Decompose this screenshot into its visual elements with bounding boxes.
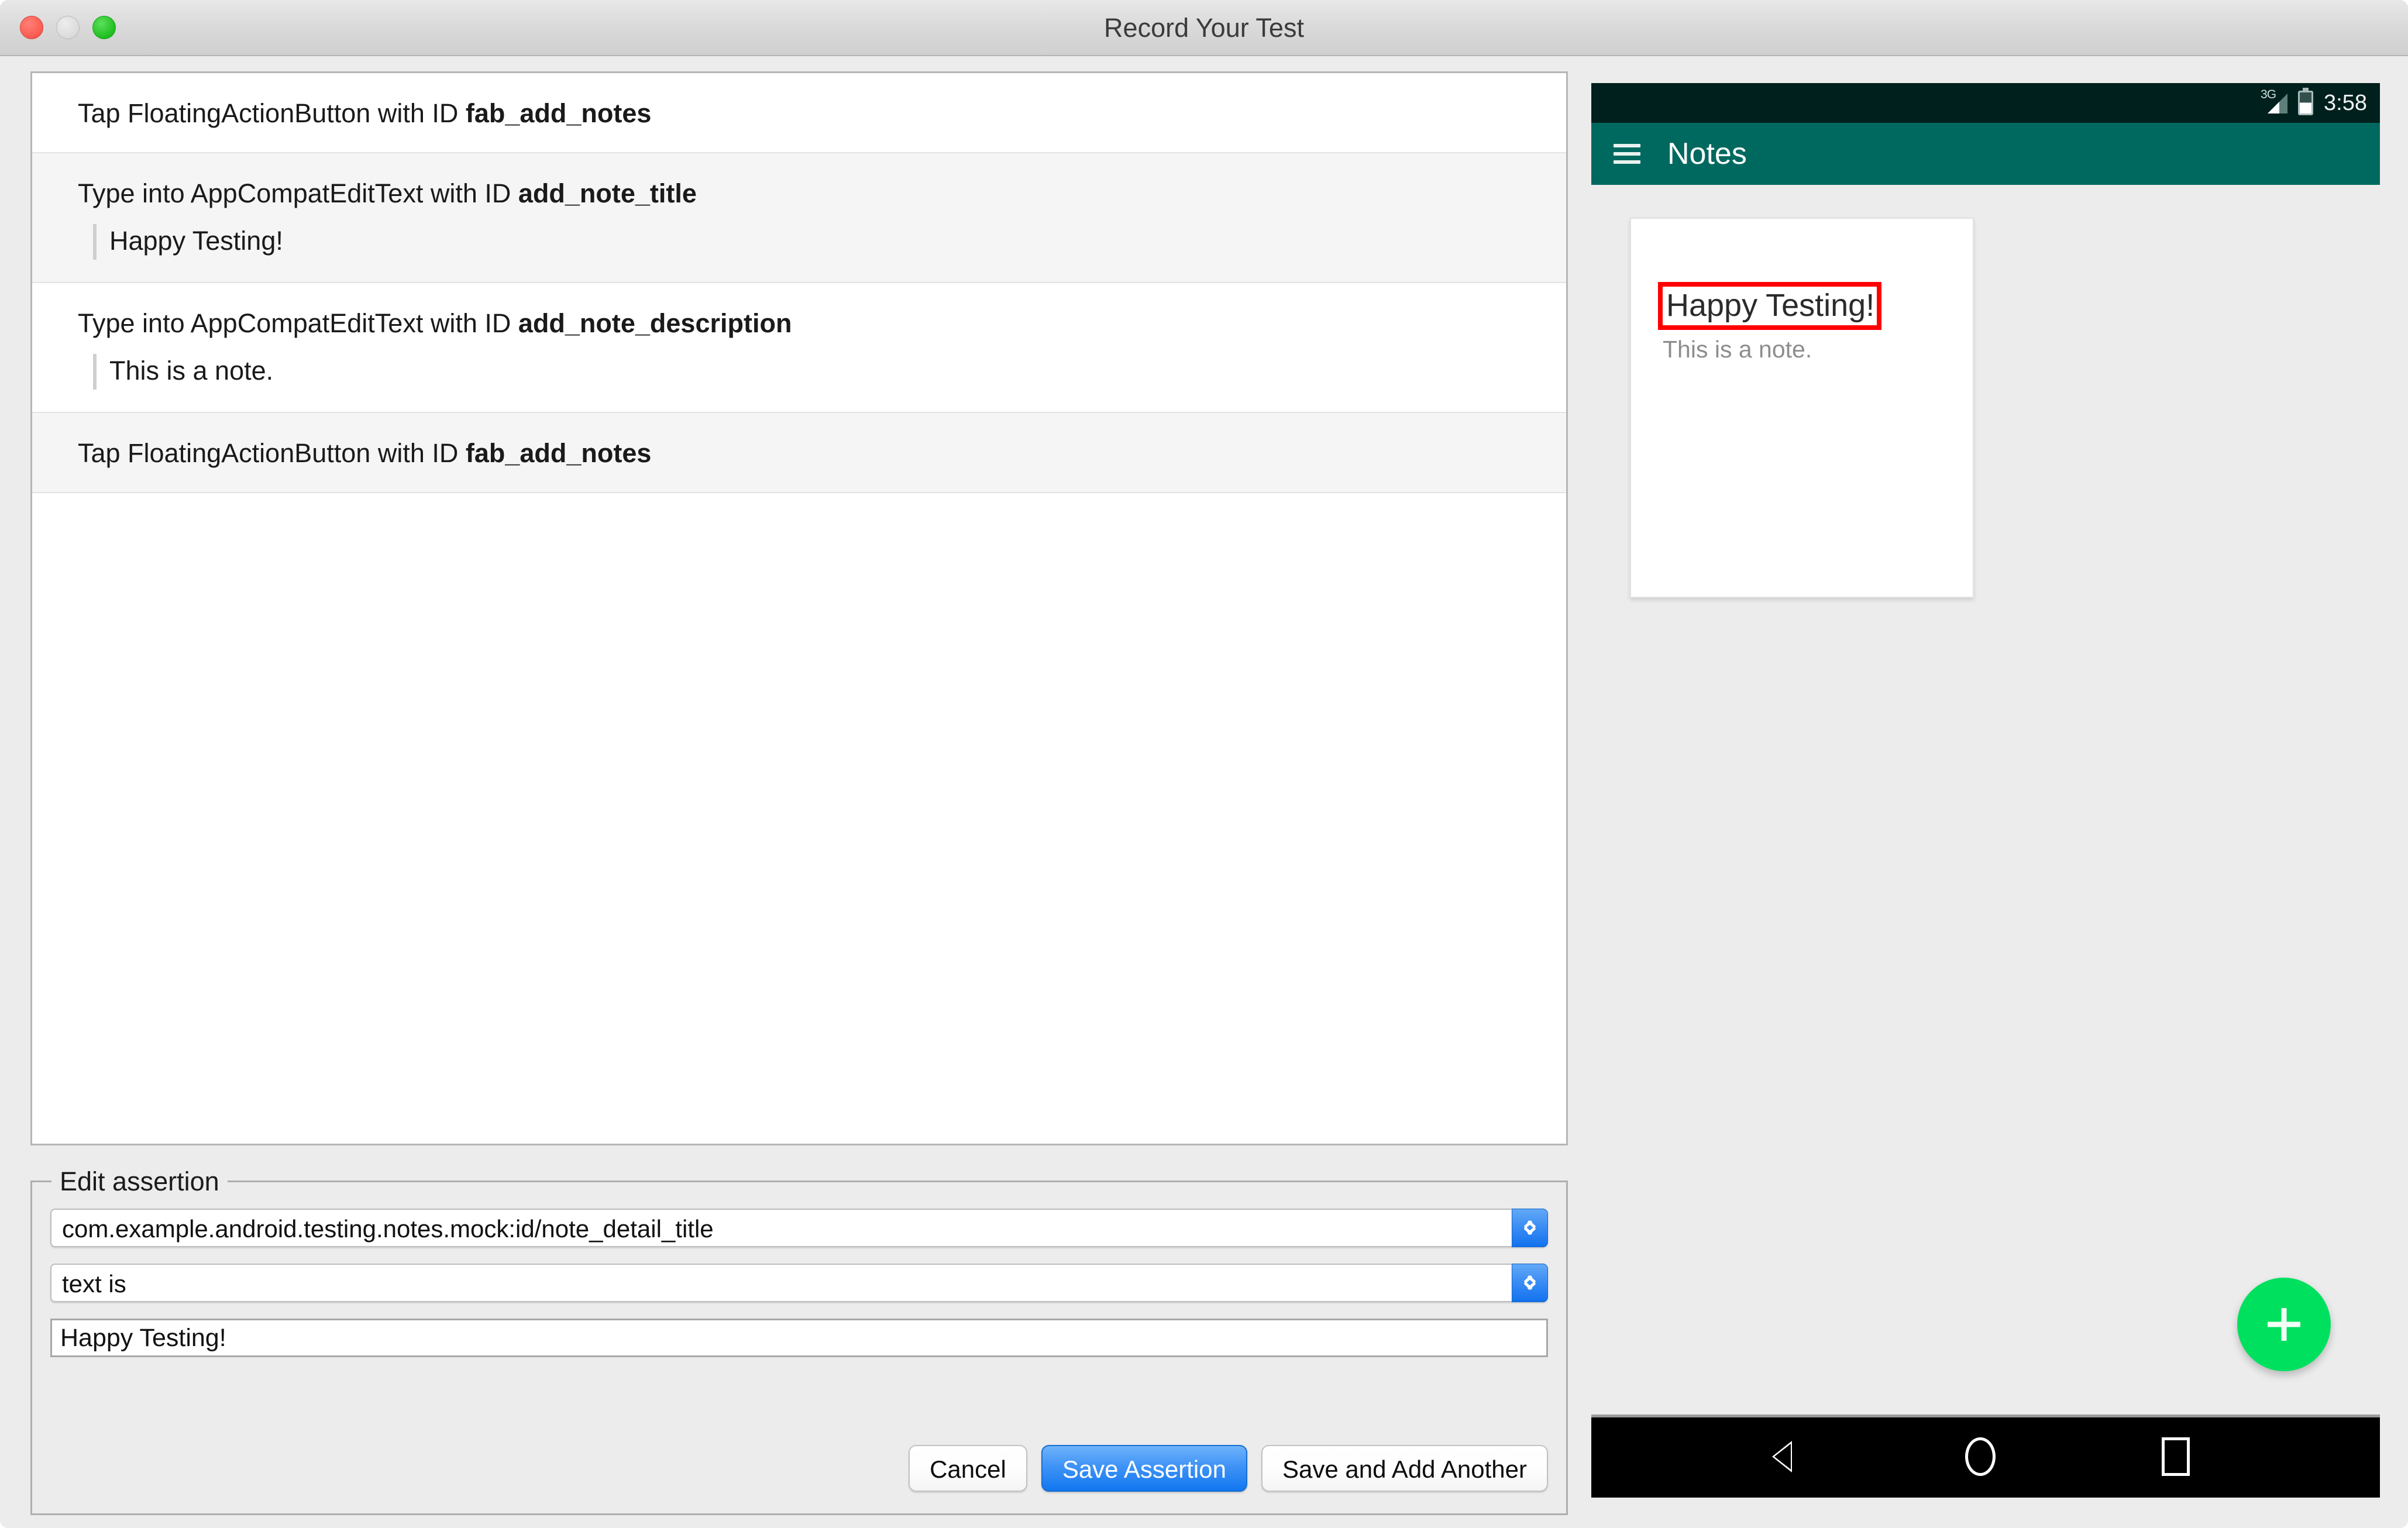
android-nav-bar	[1591, 1415, 2380, 1498]
note-title-highlight: Happy Testing!	[1658, 282, 1882, 330]
action-typed-text: This is a note.	[109, 356, 274, 386]
action-row[interactable]: Tap FloatingActionButton with ID fab_add…	[32, 73, 1566, 153]
action-typed-text-wrapper: Happy Testing!	[78, 224, 1566, 282]
chevron-up-icon	[1522, 1273, 1537, 1281]
hamburger-menu-icon[interactable]	[1614, 144, 1640, 164]
plus-icon	[2268, 1308, 2300, 1341]
back-triangle-icon	[1769, 1437, 1793, 1476]
action-prefix: Type into AppCompatEditText with ID	[78, 178, 518, 208]
action-row[interactable]: Type into AppCompatEditText with ID add_…	[32, 153, 1566, 283]
cancel-button[interactable]: Cancel	[909, 1445, 1027, 1492]
action-view-id: add_note_title	[518, 178, 697, 208]
assertion-button-row: Cancel Save Assertion Save and Add Anoth…	[50, 1445, 1548, 1492]
chevron-up-icon	[1522, 1218, 1537, 1226]
back-button[interactable]	[1769, 1437, 1810, 1478]
signal-3g-icon: 3G	[2261, 88, 2288, 116]
action-description: Tap FloatingActionButton with ID fab_add…	[78, 413, 1566, 492]
edit-assertion-fields: com.example.android.testing.notes.mock:i…	[50, 1209, 1548, 1492]
device-preview-panel[interactable]: 3G 3:58 Notes Happy Testing! This is a n…	[1591, 73, 2380, 1498]
assertion-value-text: Happy Testing!	[60, 1324, 226, 1352]
note-description: This is a note.	[1663, 336, 1812, 363]
assertion-target-combo[interactable]: com.example.android.testing.notes.mock:i…	[50, 1209, 1548, 1247]
note-title: Happy Testing!	[1666, 288, 1875, 323]
android-status-bar: 3G 3:58	[1591, 83, 2380, 123]
window-title: Record Your Test	[1104, 13, 1304, 43]
app-toolbar: Notes	[1591, 123, 2380, 185]
save-assertion-button[interactable]: Save Assertion	[1041, 1445, 1247, 1492]
assertion-matcher-combo[interactable]: text is	[50, 1264, 1548, 1302]
action-view-id: fab_add_notes	[465, 98, 652, 128]
action-row[interactable]: Type into AppCompatEditText with ID add_…	[32, 283, 1566, 413]
save-and-add-another-button[interactable]: Save and Add Another	[1261, 1445, 1548, 1492]
record-your-test-window: Record Your Test Tap FloatingActionButto…	[0, 0, 2408, 1528]
status-bar-icons: 3G 3:58	[2261, 83, 2367, 123]
action-view-id: fab_add_notes	[465, 438, 652, 468]
menu-line	[1614, 144, 1640, 147]
nav-bar-buttons	[1591, 1417, 2380, 1498]
status-bar-clock: 3:58	[2324, 91, 2367, 115]
edit-assertion-legend: Edit assertion	[51, 1168, 228, 1195]
menu-line	[1614, 160, 1640, 164]
assertion-target-field[interactable]: com.example.android.testing.notes.mock:i…	[50, 1209, 1512, 1247]
action-prefix: Type into AppCompatEditText with ID	[78, 308, 518, 338]
recents-square-icon	[2162, 1437, 2190, 1476]
note-card[interactable]: Happy Testing! This is a note.	[1630, 218, 1974, 598]
chevron-down-icon	[1522, 1231, 1537, 1239]
action-prefix: Tap FloatingActionButton with ID	[78, 438, 466, 468]
assertion-matcher-value: text is	[62, 1270, 126, 1298]
chevron-down-icon	[1522, 1286, 1537, 1294]
signal-bars-fill	[2268, 102, 2280, 113]
action-description: Tap FloatingActionButton with ID fab_add…	[78, 73, 1566, 152]
recorded-actions-list[interactable]: Tap FloatingActionButton with ID fab_add…	[30, 71, 1568, 1145]
assertion-value-input[interactable]: Happy Testing!	[50, 1319, 1548, 1357]
action-row[interactable]: Tap FloatingActionButton with ID fab_add…	[32, 413, 1566, 493]
notes-list-area: Happy Testing! This is a note.	[1591, 185, 2380, 1498]
battery-icon	[2298, 91, 2314, 115]
add-note-fab[interactable]	[2237, 1278, 2331, 1371]
assertion-matcher-field[interactable]: text is	[50, 1264, 1512, 1302]
assertion-matcher-stepper[interactable]	[1512, 1264, 1548, 1302]
action-prefix: Tap FloatingActionButton with ID	[78, 98, 466, 128]
menu-line	[1614, 152, 1640, 156]
action-description: Type into AppCompatEditText with ID add_…	[78, 283, 1566, 362]
assertion-target-value: com.example.android.testing.notes.mock:i…	[62, 1215, 714, 1243]
recents-button[interactable]	[2162, 1437, 2203, 1478]
window-titlebar: Record Your Test	[0, 0, 2408, 56]
action-typed-text: Happy Testing!	[109, 226, 283, 256]
app-title: Notes	[1667, 137, 1747, 171]
action-description: Type into AppCompatEditText with ID add_…	[78, 153, 1566, 232]
action-typed-text-wrapper: This is a note.	[78, 354, 1566, 412]
action-view-id: add_note_description	[518, 308, 792, 338]
assertion-target-stepper[interactable]	[1512, 1209, 1548, 1247]
main-content: Tap FloatingActionButton with ID fab_add…	[0, 56, 2408, 1528]
edit-assertion-panel: Edit assertion com.example.android.testi…	[30, 1168, 1568, 1515]
home-circle-icon	[1965, 1437, 1996, 1476]
home-button[interactable]	[1965, 1437, 2006, 1478]
